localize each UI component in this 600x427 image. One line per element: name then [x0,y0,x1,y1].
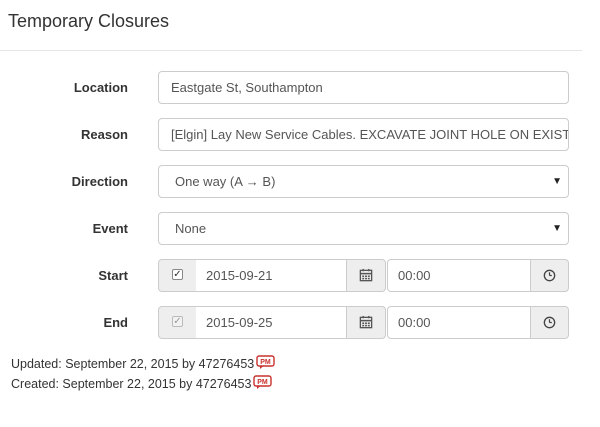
caret-down-icon: ▼ [552,223,562,234]
end-calendar-button[interactable] [346,306,386,339]
end-time-input[interactable]: 00:00 [387,306,531,339]
end-clock-button[interactable] [530,306,569,339]
pm-label: PM [261,359,272,366]
reason-label: Reason [81,127,128,142]
updated-text: Updated: September 22, 2015 by 47276453 [11,357,255,371]
created-text: Created: September 22, 2015 by 47276453 [11,377,252,391]
end-date-input[interactable]: 2015-09-25 [196,306,347,339]
title-divider [0,50,582,51]
clock-icon [543,316,556,329]
pm-label: PM [258,379,269,386]
direction-selected-value: One way (A → B) [175,174,276,189]
created-info: Created: September 22, 2015 by 47276453 … [11,375,273,393]
pm-message-icon[interactable]: PM [253,375,273,393]
end-label: End [103,315,128,330]
pm-message-icon[interactable]: PM [256,355,275,373]
start-date-input[interactable]: 2015-09-21 [196,259,347,292]
calendar-icon [359,268,373,282]
location-input[interactable]: Eastgate St, Southampton [158,71,569,104]
start-calendar-button[interactable] [346,259,386,292]
caret-down-icon: ▼ [552,176,562,187]
reason-input[interactable]: [Elgin] Lay New Service Cables. EXCAVATE… [158,118,569,151]
direction-label: Direction [71,174,128,189]
updated-info: Updated: September 22, 2015 by 47276453 … [11,355,275,373]
start-label: Start [98,268,128,283]
start-checkbox[interactable]: ✓ [172,269,183,280]
clock-icon [543,269,556,282]
start-checkbox-addon: ✓ [158,259,197,292]
start-time-input[interactable]: 00:00 [387,259,531,292]
event-label: Event [92,221,128,236]
page-title: Temporary Closures [8,11,170,31]
location-label: Location [73,80,128,95]
calendar-icon [359,315,373,329]
start-clock-button[interactable] [530,259,569,292]
direction-select[interactable]: One way (A → B) ▼ [158,165,569,198]
event-select[interactable]: None ▼ [158,212,569,245]
end-checkbox-addon: ✓ [158,306,197,339]
end-checkbox[interactable]: ✓ [172,316,183,327]
event-selected-value: None [175,221,207,236]
